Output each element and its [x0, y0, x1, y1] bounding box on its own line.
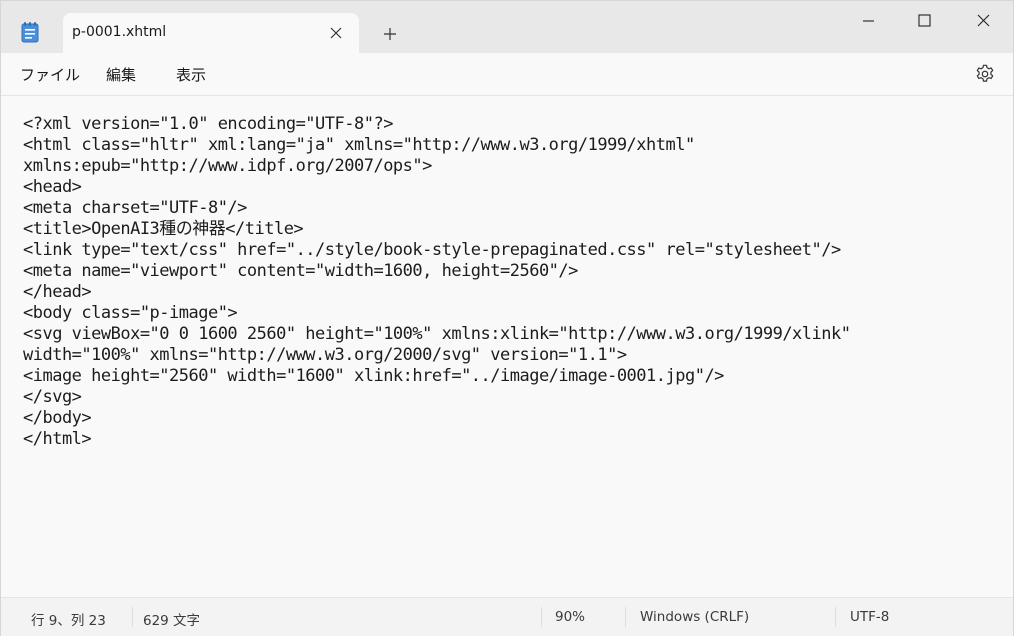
code-line: <meta name="viewport" content="width=160…	[23, 261, 578, 281]
code-line: <svg viewBox="0 0 1600 2560" height="100…	[23, 324, 851, 344]
maximize-button[interactable]	[901, 9, 947, 33]
code-line: </head>	[23, 282, 92, 302]
editor-content[interactable]: <?xml version="1.0" encoding="UTF-8"?> <h…	[23, 114, 851, 450]
status-divider	[541, 607, 542, 627]
close-icon	[977, 14, 990, 27]
line-ending[interactable]: Windows (CRLF)	[640, 609, 749, 625]
menu-bar: ファイル 編集 表示	[1, 53, 1013, 96]
status-divider	[132, 607, 133, 627]
code-line: xmlns:epub="http://www.idpf.org/2007/ops…	[23, 156, 432, 176]
menu-view[interactable]: 表示	[176, 64, 206, 85]
gear-icon[interactable]	[974, 63, 996, 85]
code-line: <?xml version="1.0" encoding="UTF-8"?>	[23, 114, 393, 134]
tab-p-0001[interactable]: p-0001.xhtml	[63, 13, 359, 53]
tab-title: p-0001.xhtml	[72, 24, 167, 40]
minimize-button[interactable]	[845, 9, 891, 33]
code-line: width="100%" xmlns="http://www.w3.org/20…	[23, 345, 627, 365]
code-line: <meta charset="UTF-8"/>	[23, 198, 247, 218]
code-line: <title>OpenAI3種の神器</title>	[23, 219, 304, 239]
notepad-window: p-0001.xhtml ファイル 編集 表示 <?xml version="1…	[0, 0, 1014, 636]
code-line: </body>	[23, 408, 92, 428]
zoom-level[interactable]: 90%	[555, 609, 585, 625]
close-tab-icon[interactable]	[329, 25, 343, 39]
status-bar: 行 9、列 23 629 文字 90% Windows (CRLF) UTF-8	[1, 597, 1013, 636]
code-line: <image height="2560" width="1600" xlink:…	[23, 366, 724, 386]
status-divider	[625, 607, 626, 627]
code-line: <body class="p-image">	[23, 303, 238, 323]
menu-edit[interactable]: 編集	[106, 64, 136, 85]
text-editor[interactable]: <?xml version="1.0" encoding="UTF-8"?> <h…	[1, 96, 1013, 596]
title-bar[interactable]: p-0001.xhtml	[1, 1, 1013, 53]
status-divider	[835, 607, 836, 627]
plus-icon[interactable]	[381, 25, 399, 43]
code-line: <html class="hltr" xml:lang="ja" xmlns="…	[23, 135, 695, 155]
code-line: <link type="text/css" href="../style/boo…	[23, 240, 841, 260]
encoding[interactable]: UTF-8	[850, 609, 889, 625]
char-count: 629 文字	[143, 613, 201, 629]
cursor-position[interactable]: 行 9、列 23	[31, 609, 106, 629]
maximize-icon	[918, 14, 931, 27]
close-window-button[interactable]	[959, 9, 1005, 33]
code-line: <head>	[23, 177, 82, 197]
notepad-icon	[21, 21, 39, 43]
menu-file[interactable]: ファイル	[20, 64, 80, 85]
code-line: </html>	[23, 429, 92, 449]
code-line: </svg>	[23, 387, 82, 407]
